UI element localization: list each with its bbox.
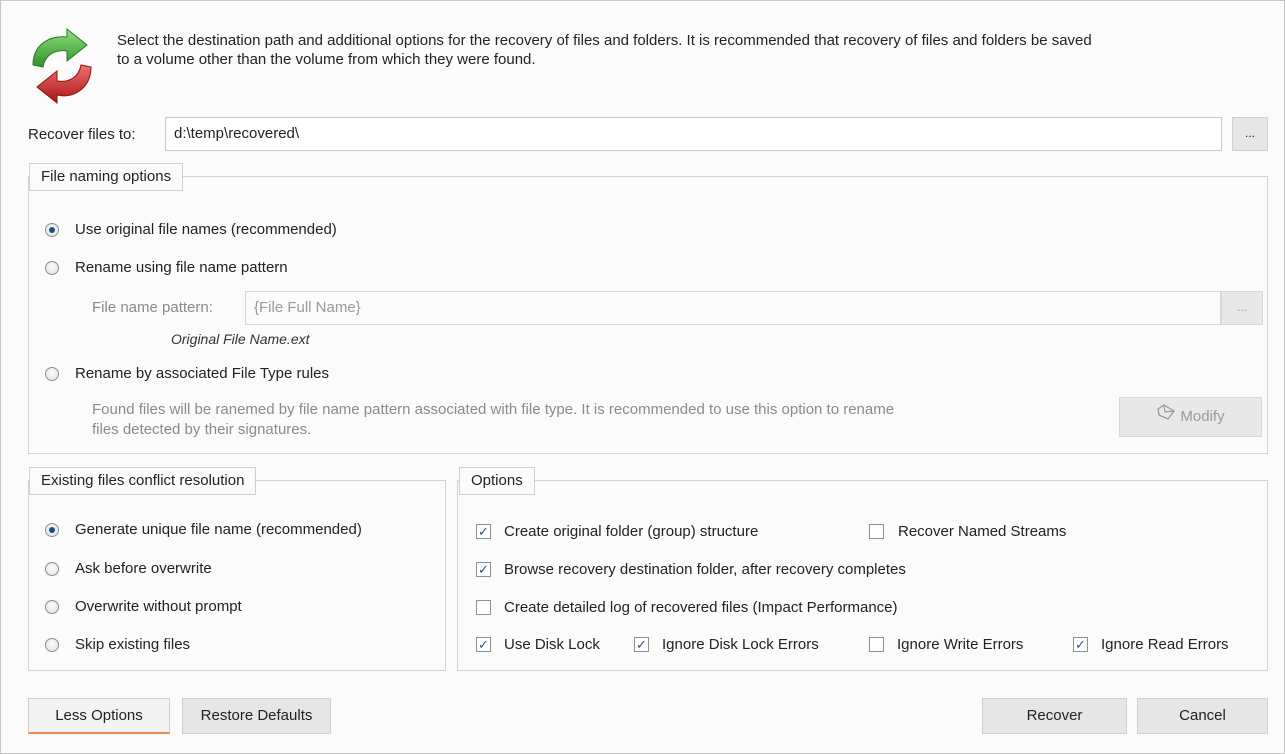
recover-to-label: Recover files to: [28, 126, 136, 143]
ask-overwrite-label[interactable]: Ask before overwrite [75, 560, 212, 577]
filetype-rename-label[interactable]: Rename by associated File Type rules [75, 365, 329, 382]
detailed-log-checkbox[interactable] [476, 600, 491, 615]
radio-unique-name[interactable] [45, 523, 59, 537]
radio-original-names[interactable] [45, 223, 59, 237]
modify-icon [1156, 398, 1176, 436]
intro-line-2: to a volume other than the volume from w… [117, 51, 536, 68]
original-names-label[interactable]: Use original file names (recommended) [75, 221, 337, 238]
create-structure-label[interactable]: Create original folder (group) structure [504, 523, 758, 540]
browse-after-checkbox[interactable]: ✓ [476, 562, 491, 577]
less-options-button[interactable]: Less Options [28, 698, 170, 734]
recovery-options-dialog: Select the destination path and addition… [0, 0, 1285, 754]
browse-after-label[interactable]: Browse recovery destination folder, afte… [504, 561, 906, 578]
pattern-field-label: File name pattern: [92, 299, 213, 316]
pattern-browse-button[interactable]: ... [1221, 291, 1263, 325]
recover-button[interactable]: Recover [982, 698, 1127, 734]
intro-line-1: Select the destination path and addition… [117, 32, 1092, 49]
skip-existing-label[interactable]: Skip existing files [75, 636, 190, 653]
options-legend: Options [459, 467, 535, 495]
filetype-desc-line-1: Found files will be ranemed by file name… [92, 401, 895, 418]
conflict-legend: Existing files conflict resolution [29, 467, 257, 495]
ignore-read-label[interactable]: Ignore Read Errors [1101, 636, 1229, 653]
named-streams-checkbox[interactable] [869, 524, 884, 539]
ignore-write-checkbox[interactable] [869, 637, 884, 652]
browse-destination-button[interactable]: ... [1232, 117, 1268, 151]
radio-skip-existing[interactable] [45, 638, 59, 652]
ignore-disk-lock-checkbox[interactable]: ✓ [634, 637, 649, 652]
filetype-description: Found files will be ranemed by file name… [92, 400, 894, 440]
pattern-preview: Original File Name.ext [171, 331, 310, 347]
pattern-input[interactable]: {File Full Name} [245, 291, 1221, 325]
pattern-rename-label[interactable]: Rename using file name pattern [75, 259, 288, 276]
cancel-button[interactable]: Cancel [1137, 698, 1268, 734]
destination-path-input[interactable]: d:\temp\recovered\ [165, 117, 1222, 151]
radio-ask-overwrite[interactable] [45, 562, 59, 576]
named-streams-label[interactable]: Recover Named Streams [898, 523, 1066, 540]
ignore-read-checkbox[interactable]: ✓ [1073, 637, 1088, 652]
disk-lock-checkbox[interactable]: ✓ [476, 637, 491, 652]
ignore-write-label[interactable]: Ignore Write Errors [897, 636, 1023, 653]
filetype-desc-line-2: files detected by their signatures. [92, 421, 312, 438]
file-naming-legend: File naming options [29, 163, 184, 191]
radio-filetype-rename[interactable] [45, 367, 59, 381]
restore-defaults-button[interactable]: Restore Defaults [182, 698, 331, 734]
intro-description: Select the destination path and addition… [117, 31, 1267, 69]
modify-button[interactable]: Modify [1119, 397, 1262, 437]
recover-arrows-icon [23, 27, 101, 105]
overwrite-label[interactable]: Overwrite without prompt [75, 598, 242, 615]
detailed-log-label[interactable]: Create detailed log of recovered files (… [504, 599, 898, 616]
unique-name-label[interactable]: Generate unique file name (recommended) [75, 521, 362, 538]
radio-overwrite[interactable] [45, 600, 59, 614]
modify-label: Modify [1180, 408, 1225, 426]
ignore-disk-lock-label[interactable]: Ignore Disk Lock Errors [662, 636, 819, 653]
radio-pattern-rename[interactable] [45, 261, 59, 275]
create-structure-checkbox[interactable]: ✓ [476, 524, 491, 539]
disk-lock-label[interactable]: Use Disk Lock [504, 636, 600, 653]
